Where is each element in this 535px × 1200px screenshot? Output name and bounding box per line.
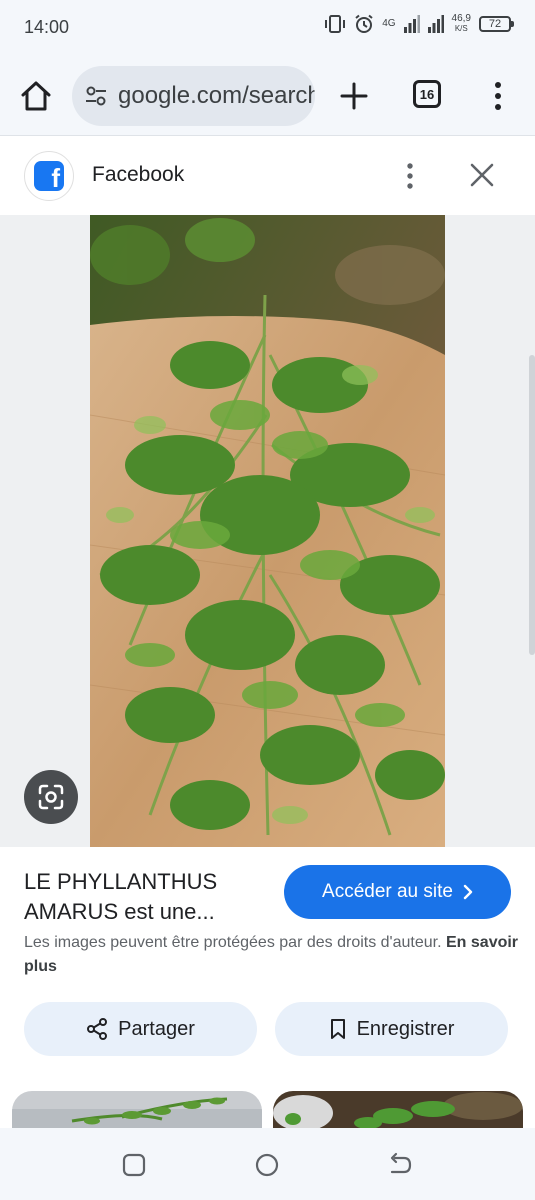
network-type: 4G bbox=[382, 19, 395, 29]
signal-icon-2 bbox=[427, 15, 444, 33]
chevron-right-icon bbox=[463, 884, 473, 900]
plus-icon[interactable] bbox=[338, 80, 370, 112]
copyright-notice: Les images peuvent être protégées par de… bbox=[24, 931, 519, 979]
tab-count: 16 bbox=[419, 86, 435, 102]
image-viewer bbox=[0, 215, 535, 847]
bookmark-icon bbox=[330, 1019, 345, 1039]
status-time: 14:00 bbox=[24, 17, 70, 37]
result-title[interactable]: LE PHYLLANTHUS AMARUS est une... bbox=[24, 867, 274, 927]
more-vert-icon[interactable] bbox=[486, 80, 510, 112]
source-header: f Facebook bbox=[0, 137, 535, 215]
share-label: Partager bbox=[118, 1017, 195, 1040]
signal-icon bbox=[403, 15, 420, 33]
more-vert-icon[interactable] bbox=[398, 161, 422, 191]
close-icon[interactable] bbox=[468, 161, 496, 189]
related-image-thumbnail[interactable] bbox=[273, 1091, 523, 1131]
status-bar: 14:00 4G 46,9 K/S 72 bbox=[0, 0, 535, 56]
system-nav-bar bbox=[0, 1128, 535, 1200]
back-icon[interactable] bbox=[387, 1152, 413, 1178]
lens-icon bbox=[38, 784, 64, 810]
tabs-icon[interactable]: 16 bbox=[413, 80, 441, 108]
visit-site-label: Accéder au site bbox=[322, 881, 453, 902]
battery-level: 72 bbox=[488, 18, 502, 30]
tune-icon[interactable] bbox=[84, 84, 108, 108]
share-icon bbox=[87, 1018, 108, 1040]
vibrate-icon bbox=[325, 15, 346, 33]
network-label: 4G bbox=[382, 18, 396, 29]
copyright-text: Les images peuvent être protégées par de… bbox=[24, 934, 442, 951]
related-image-thumbnail[interactable] bbox=[12, 1091, 262, 1131]
lens-button[interactable] bbox=[24, 770, 78, 824]
home-nav-icon[interactable] bbox=[254, 1152, 280, 1178]
url-text[interactable]: google.com/search bbox=[118, 82, 315, 110]
url-bar[interactable]: google.com/search bbox=[72, 66, 315, 126]
save-button[interactable]: Enregistrer bbox=[275, 1002, 508, 1056]
share-button[interactable]: Partager bbox=[24, 1002, 257, 1056]
source-name[interactable]: Facebook bbox=[92, 163, 184, 187]
facebook-icon: f bbox=[34, 161, 64, 191]
battery-indicator: 72 bbox=[479, 16, 514, 32]
status-icons: 4G 46,9 K/S 72 bbox=[324, 14, 514, 34]
data-speed: 46,9 K/S bbox=[452, 14, 471, 34]
result-info-panel: LE PHYLLANTHUS AMARUS est une... Accéder… bbox=[0, 847, 535, 1131]
browser-toolbar: google.com/search 16 bbox=[0, 56, 535, 136]
recents-icon[interactable] bbox=[121, 1152, 147, 1178]
save-label: Enregistrer bbox=[356, 1017, 455, 1040]
visit-site-button[interactable]: Accéder au site bbox=[284, 865, 511, 919]
scrollbar[interactable] bbox=[529, 355, 535, 655]
source-avatar[interactable]: f bbox=[24, 151, 74, 201]
speed-unit: K/S bbox=[454, 24, 468, 33]
home-icon[interactable] bbox=[18, 78, 54, 114]
alarm-icon bbox=[355, 14, 373, 33]
speed-value: 46,9 bbox=[451, 13, 471, 24]
plant-photo[interactable] bbox=[90, 215, 445, 847]
